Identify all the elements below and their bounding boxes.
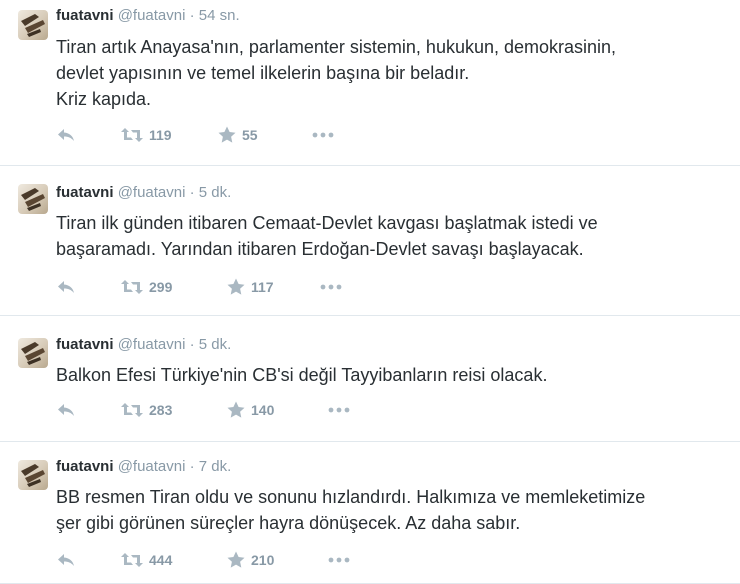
tweet-text-line: Tiran artık Anayasa'nın, parlamenter sis… — [56, 37, 617, 57]
star-icon — [227, 278, 245, 295]
more-button[interactable] — [320, 277, 342, 297]
reply-button[interactable] — [56, 125, 76, 145]
tweet-header: fuatavni @fuatavni · 7 dk. — [56, 458, 231, 476]
retweet-icon — [121, 403, 143, 417]
tweet-text-line: şer gibi görünen süreçler hayra dönüşece… — [56, 513, 521, 533]
user-name[interactable]: fuatavni — [56, 336, 114, 353]
retweet-count: 283 — [149, 402, 173, 418]
retweet-icon — [121, 280, 143, 294]
reply-icon — [58, 129, 74, 141]
tweet: fuatavni @fuatavni · 5 dk. Balkon Efesi … — [0, 316, 740, 442]
tweet-text: Balkon Efesi Türkiye'nin CB'si değil Tay… — [56, 362, 731, 388]
separator-dot: · — [189, 7, 195, 24]
tweet-text-line: BB resmen Tiran oldu ve sonunu hızlandır… — [56, 487, 646, 507]
retweet-button[interactable]: 299 — [121, 277, 172, 297]
reply-icon — [58, 404, 74, 416]
tweet-text-line: Tiran ilk günden itibaren Cemaat-Devlet … — [56, 213, 598, 233]
tweet-text: Tiran artık Anayasa'nın, parlamenter sis… — [56, 34, 731, 112]
favorite-button[interactable]: 117 — [227, 277, 274, 297]
reply-button[interactable] — [56, 277, 76, 297]
favorite-button[interactable]: 55 — [218, 125, 258, 145]
avatar[interactable] — [18, 10, 48, 40]
more-button[interactable] — [328, 550, 350, 570]
retweet-icon — [121, 553, 143, 567]
reply-button[interactable] — [56, 550, 76, 570]
tweet-text-line: Balkon Efesi Türkiye'nin CB'si değil Tay… — [56, 365, 548, 385]
tweet-text: BB resmen Tiran oldu ve sonunu hızlandır… — [56, 484, 731, 536]
more-icon — [312, 132, 334, 138]
more-icon — [328, 557, 350, 563]
retweet-count: 444 — [149, 552, 173, 568]
user-handle[interactable]: @fuatavni — [118, 184, 186, 201]
tweet: fuatavni @fuatavni · 5 dk. Tiran ilk gün… — [0, 166, 740, 316]
tweet: fuatavni @fuatavni · 54 sn. Tiran artık … — [0, 0, 740, 166]
favorite-count: 117 — [251, 279, 274, 295]
user-name[interactable]: fuatavni — [56, 458, 114, 475]
user-name[interactable]: fuatavni — [56, 184, 114, 201]
user-handle[interactable]: @fuatavni — [118, 7, 186, 24]
user-name[interactable]: fuatavni — [56, 7, 114, 24]
retweet-count: 119 — [149, 127, 172, 143]
reply-icon — [58, 281, 74, 293]
timestamp[interactable]: 5 dk. — [199, 184, 232, 201]
retweet-button[interactable]: 283 — [121, 400, 172, 420]
timestamp[interactable]: 5 dk. — [199, 336, 232, 353]
reply-button[interactable] — [56, 400, 76, 420]
tweet-text-line: devlet yapısının ve temel ilkelerin başı… — [56, 63, 470, 83]
tweet-header: fuatavni @fuatavni · 5 dk. — [56, 184, 231, 202]
favorite-count: 140 — [251, 402, 275, 418]
favorite-count: 210 — [251, 552, 275, 568]
avatar[interactable] — [18, 184, 48, 214]
tweet-header: fuatavni @fuatavni · 5 dk. — [56, 336, 231, 354]
separator-dot: · — [189, 458, 195, 475]
tweet-header: fuatavni @fuatavni · 54 sn. — [56, 7, 240, 25]
timestamp[interactable]: 7 dk. — [199, 458, 232, 475]
retweet-button[interactable]: 119 — [121, 125, 172, 145]
tweet-text: Tiran ilk günden itibaren Cemaat-Devlet … — [56, 210, 731, 262]
user-handle[interactable]: @fuatavni — [118, 336, 186, 353]
favorite-button[interactable]: 210 — [227, 550, 274, 570]
avatar[interactable] — [18, 338, 48, 368]
tweet: fuatavni @fuatavni · 7 dk. BB resmen Tir… — [0, 442, 740, 584]
more-icon — [328, 407, 350, 413]
more-button[interactable] — [328, 400, 350, 420]
star-icon — [227, 551, 245, 568]
more-button[interactable] — [312, 125, 334, 145]
more-icon — [320, 284, 342, 290]
reply-icon — [58, 554, 74, 566]
timestamp[interactable]: 54 sn. — [199, 7, 240, 24]
favorite-count: 55 — [242, 127, 258, 143]
tweet-text-line: Kriz kapıda. — [56, 89, 152, 109]
favorite-button[interactable]: 140 — [227, 400, 274, 420]
separator-dot: · — [189, 336, 195, 353]
retweet-count: 299 — [149, 279, 173, 295]
user-handle[interactable]: @fuatavni — [118, 458, 186, 475]
avatar[interactable] — [18, 460, 48, 490]
retweet-icon — [121, 128, 143, 142]
star-icon — [218, 126, 236, 143]
retweet-button[interactable]: 444 — [121, 550, 172, 570]
separator-dot: · — [189, 184, 195, 201]
tweet-text-line: başaramadı. Yarından itibaren Erdoğan-De… — [56, 239, 584, 259]
star-icon — [227, 401, 245, 418]
